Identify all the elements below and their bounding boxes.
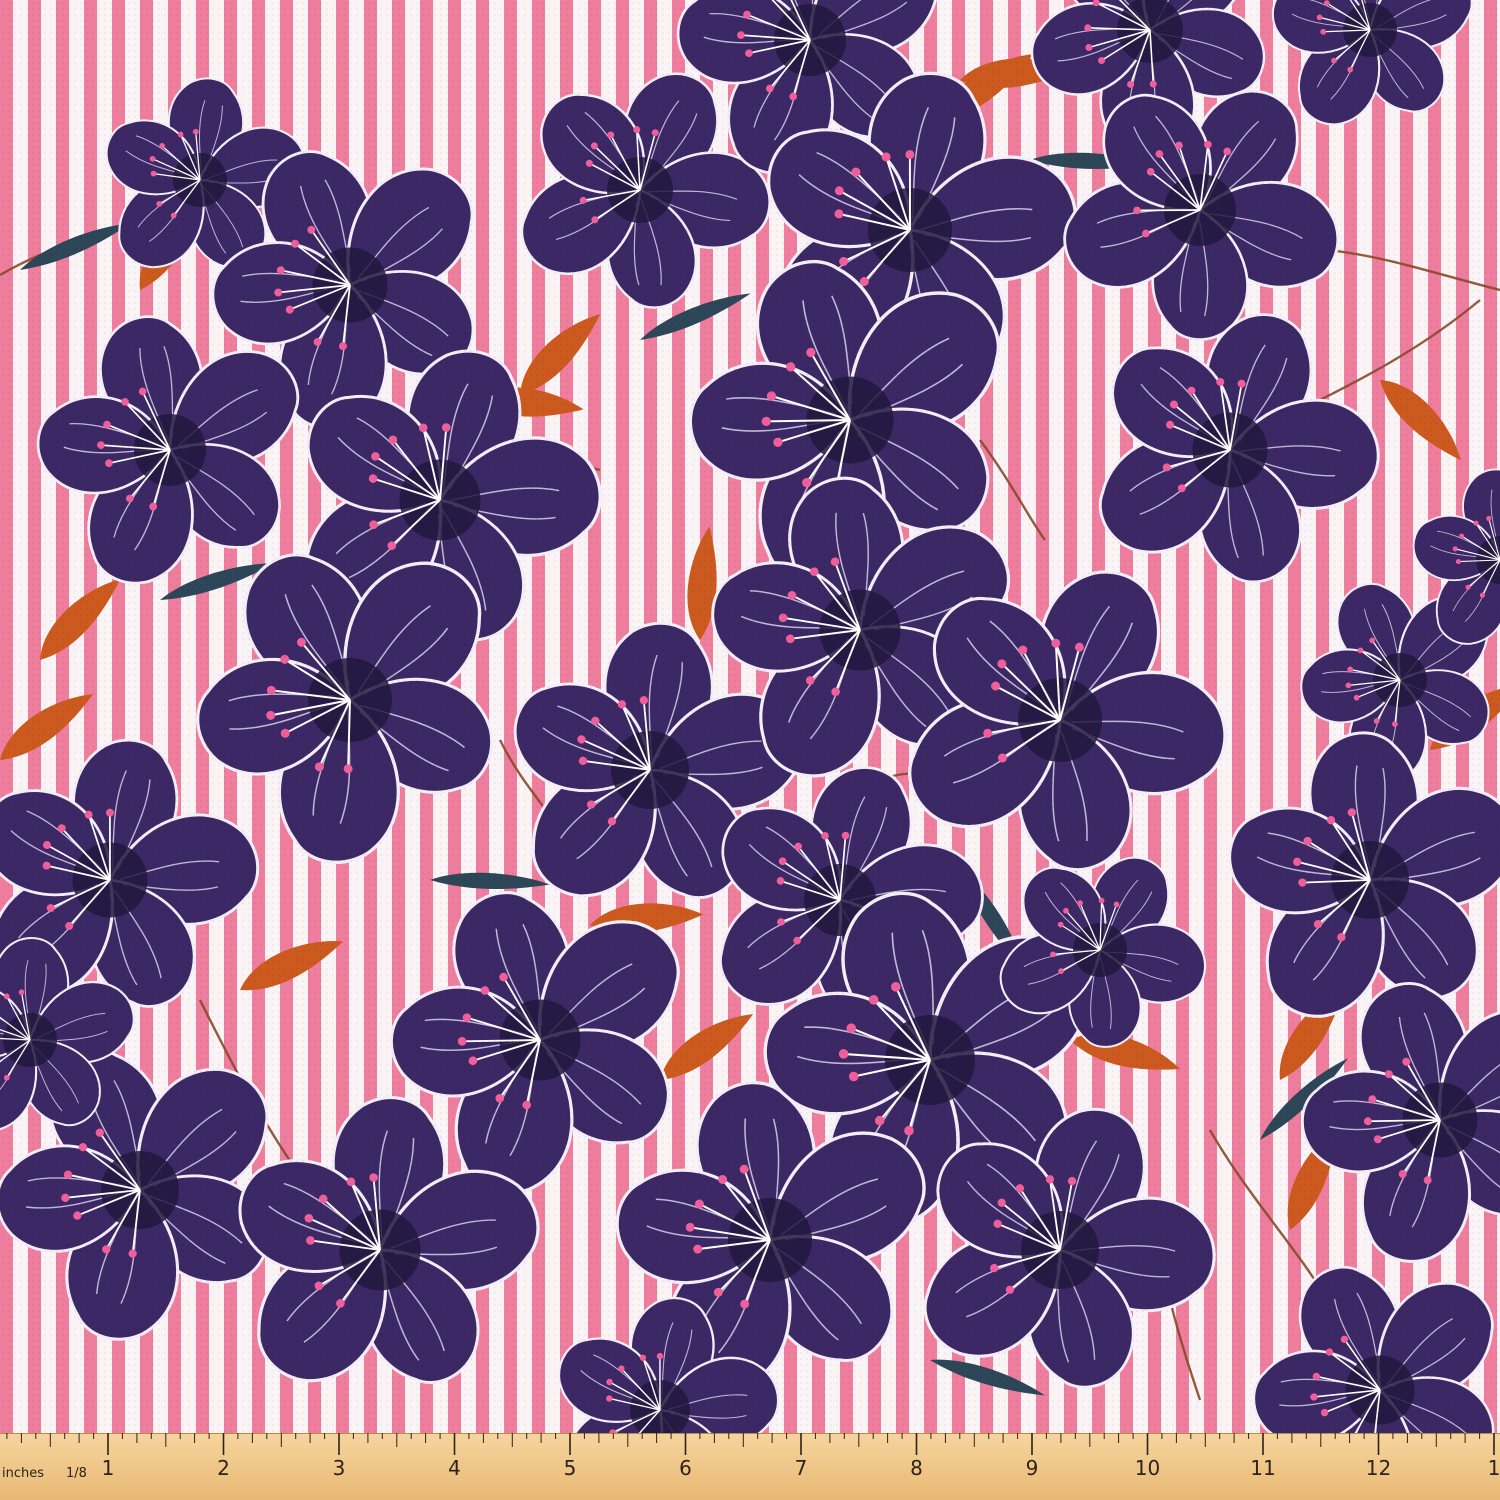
ruler-number: 8	[910, 1456, 923, 1480]
ruler-number: 4	[448, 1456, 461, 1480]
ruler-number: 1	[102, 1456, 115, 1480]
ruler-unit-label: inches	[2, 1466, 44, 1481]
ruler-number: 10	[1135, 1456, 1160, 1480]
ruler-number: 6	[679, 1456, 692, 1480]
ruler-number: 11	[1250, 1456, 1275, 1480]
ruler-number: 1	[1488, 1456, 1500, 1480]
fabric-product-photo: 1 2 3 4 5 6 7 8 9 10 11 12 1 inches 1/8	[0, 0, 1500, 1500]
ruler-number: 7	[795, 1456, 808, 1480]
ruler-number: 2	[217, 1456, 230, 1480]
ruler-number: 3	[333, 1456, 346, 1480]
ruler-fraction-label: 1/8	[66, 1466, 87, 1481]
ruler-number: 5	[564, 1456, 577, 1480]
ruler-number: 12	[1366, 1456, 1391, 1480]
ruler-number: 9	[1026, 1456, 1039, 1480]
floral-stripe-fabric	[0, 0, 1500, 1433]
measuring-ruler: 1 2 3 4 5 6 7 8 9 10 11 12 1 inches 1/8	[0, 1433, 1500, 1500]
